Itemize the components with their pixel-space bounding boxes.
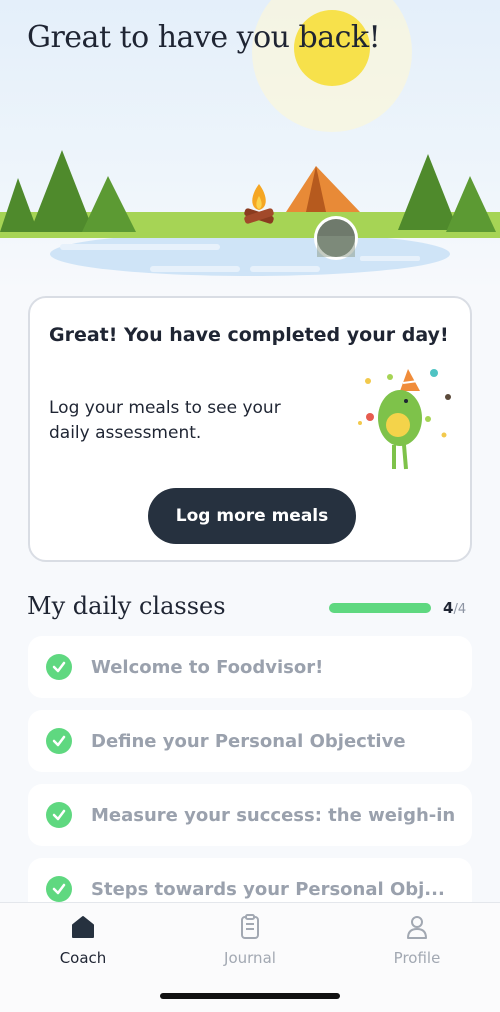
- class-label: Welcome to Foodvisor!: [91, 656, 324, 678]
- check-circle-icon: [46, 654, 72, 680]
- class-item-personal-objective[interactable]: Define your Personal Objective: [28, 710, 472, 772]
- progress-completed: 4: [443, 599, 454, 617]
- tab-label: Journal: [224, 949, 276, 967]
- card-title: Great! You have completed your day!: [49, 324, 449, 346]
- avocado-party-mascot-icon: [358, 369, 451, 470]
- journal-icon: [241, 914, 259, 939]
- check-circle-icon: [46, 728, 72, 754]
- check-circle-icon: [46, 876, 72, 902]
- home-icon: [72, 916, 94, 938]
- tab-coach[interactable]: Coach: [0, 903, 166, 983]
- tab-journal[interactable]: Journal: [167, 903, 333, 983]
- classes-progress-bar: [329, 603, 431, 613]
- tab-label: Coach: [59, 949, 107, 967]
- classes-progress-count: 4/4: [443, 599, 466, 617]
- section-title-daily-classes: My daily classes: [27, 592, 226, 620]
- profile-icon: [407, 916, 427, 939]
- tab-profile[interactable]: Profile: [334, 903, 500, 983]
- log-more-meals-button[interactable]: Log more meals: [148, 488, 356, 544]
- classes-progress-fill: [329, 603, 431, 613]
- day-complete-card: Great! You have completed your day! Log …: [28, 296, 472, 562]
- class-item-weigh-in[interactable]: Measure your success: the weigh-in: [28, 784, 472, 846]
- class-label: Define your Personal Objective: [91, 730, 406, 752]
- check-circle-icon: [46, 802, 72, 828]
- class-label: Measure your success: the weigh-in: [91, 804, 456, 826]
- class-label: Steps towards your Personal Obj...: [91, 878, 445, 900]
- daily-classes-list: Welcome to Foodvisor! Define your Person…: [28, 636, 472, 932]
- card-message: Log your meals to see your daily assessm…: [49, 398, 281, 443]
- home-indicator: [160, 993, 340, 999]
- hero-banner: Great to have you back!: [0, 0, 500, 290]
- progress-total: /4: [453, 602, 467, 617]
- class-item-welcome[interactable]: Welcome to Foodvisor!: [28, 636, 472, 698]
- greeting-title: Great to have you back!: [27, 20, 381, 55]
- tab-label: Profile: [393, 949, 441, 967]
